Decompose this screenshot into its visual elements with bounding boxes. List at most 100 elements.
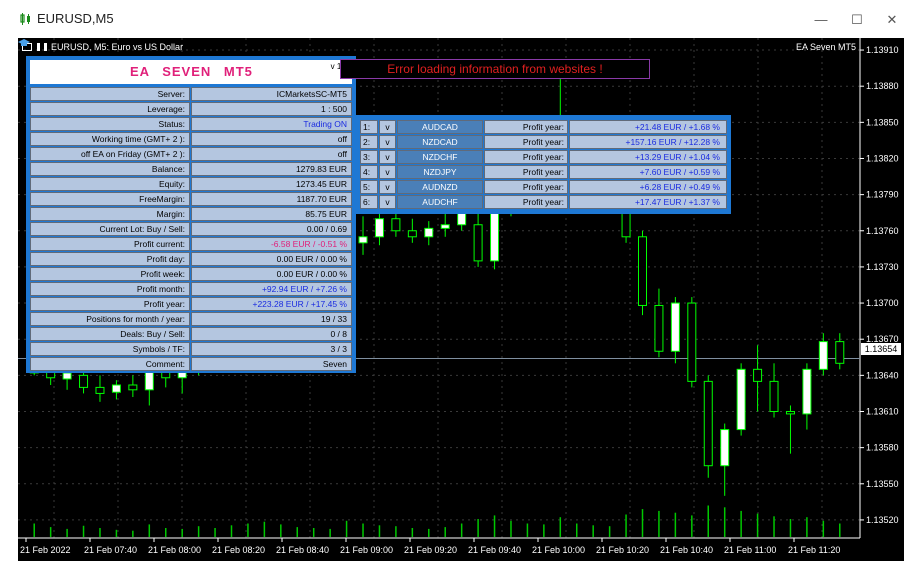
symbol-pair: AUDCHF — [397, 195, 483, 209]
panel-row-label: Symbols / TF: — [30, 342, 190, 356]
panel-row-value: 1 : 500 — [191, 102, 352, 116]
maximize-button[interactable]: ☐ — [842, 10, 872, 30]
close-button[interactable]: ✕ — [877, 10, 907, 30]
panel-row-label: Profit year: — [30, 297, 190, 311]
y-tick-label: 1.13610 — [866, 406, 899, 416]
x-tick-label: 21 Feb 09:00 — [340, 545, 393, 555]
panel-row: Profit day: 0.00 EUR / 0.00 % — [30, 252, 352, 267]
panel-row: Profit month: +92.94 EUR / +7.26 % — [30, 282, 352, 297]
candle-body — [95, 386, 105, 394]
candle-body — [703, 380, 713, 467]
symbol-index: 5: — [360, 180, 378, 194]
panel-title: EA SEVEN MT5 — [130, 64, 253, 79]
panel-row-value: +223.28 EUR / +17.45 % — [191, 297, 352, 311]
candle-body — [440, 224, 450, 229]
panel-row: Profit week: 0.00 EUR / 0.00 % — [30, 267, 352, 282]
panel-row: FreeMargin: 1187.70 EUR — [30, 192, 352, 207]
symbol-profit-value: +6.28 EUR / +0.49 % — [569, 180, 727, 194]
panel-row-label: Comment: — [30, 357, 190, 371]
x-tick-label: 21 Feb 08:20 — [212, 545, 265, 555]
candle-body — [802, 368, 812, 415]
y-tick-label: 1.13640 — [866, 370, 899, 380]
candle-body — [654, 304, 664, 352]
symbol-pair: NZDJPY — [397, 165, 483, 179]
symbol-index: 6: — [360, 195, 378, 209]
symbol-profit-label: Profit year: — [484, 135, 568, 149]
panel-row-label: Balance: — [30, 162, 190, 176]
panel-row: Status: Trading ON — [30, 117, 352, 132]
price-chart[interactable]: 1.13910 1.13880 1.13850 1.13820 1.13790 1.137… — [18, 38, 904, 561]
candle-body — [720, 429, 730, 467]
panel-row-value: Seven — [191, 357, 352, 371]
symbol-profit-label: Profit year: — [484, 120, 568, 134]
panel-row-value: 1279.83 EUR — [191, 162, 352, 176]
x-tick-label: 21 Feb 10:40 — [660, 545, 713, 555]
symbol-pair: AUDCAD — [397, 120, 483, 134]
candle-body — [62, 372, 72, 380]
panel-row-value: +92.94 EUR / +7.26 % — [191, 282, 352, 296]
y-tick-label: 1.13850 — [866, 117, 899, 127]
symbol-profit-label: Profit year: — [484, 195, 568, 209]
candle-body — [111, 384, 121, 393]
panel-row-label: Current Lot: Buy / Sell: — [30, 222, 190, 236]
symbol-row: 2: v NZDCAD Profit year: +157.16 EUR / +12.2… — [360, 135, 727, 149]
candle-body — [769, 380, 779, 412]
symbol-profit-value: +7.60 EUR / +0.59 % — [569, 165, 727, 179]
y-tick-label: 1.13550 — [866, 479, 899, 489]
panel-row-value: 3 / 3 — [191, 342, 352, 356]
y-tick-label: 1.13790 — [866, 190, 899, 200]
symbol-index: 2: — [360, 135, 378, 149]
candle-body — [818, 341, 828, 370]
symbol-profit-label: Profit year: — [484, 150, 568, 164]
bars-icon[interactable] — [36, 43, 47, 51]
panel-row-value: 0 / 8 — [191, 327, 352, 341]
panel-row-value: 19 / 33 — [191, 312, 352, 326]
minimize-button[interactable]: — — [806, 10, 836, 30]
panel-row: Equity: 1273.45 EUR — [30, 177, 352, 192]
ea-info-panel: EA SEVEN MT5 v 1.6 Server:ICMarketsSC-MT… — [26, 56, 356, 373]
symbols-table: 1: v AUDCAD Profit year: +21.48 EUR / +1.68 … — [355, 115, 731, 214]
panel-header: EA SEVEN MT5 v 1.6 — [30, 60, 352, 84]
panel-row-value: off — [191, 147, 352, 161]
panel-row-label: Server: — [30, 87, 190, 101]
title-bar[interactable]: EURUSD,M5 — ☐ ✕ — [0, 0, 913, 38]
x-tick-label: 21 Feb 2022 — [20, 545, 71, 555]
x-tick-label: 21 Feb 09:20 — [404, 545, 457, 555]
symbol-profit-value: +13.29 EUR / +1.04 % — [569, 150, 727, 164]
panel-row-label: Equity: — [30, 177, 190, 191]
panel-row-label: Leverage: — [30, 102, 190, 116]
panel-row-value: 0.00 EUR / 0.00 % — [191, 267, 352, 281]
panel-row-value: Trading ON — [191, 117, 352, 131]
candle-body — [407, 230, 417, 238]
symbol-flag: v — [379, 150, 396, 164]
symbol-profit-value: +157.16 EUR / +12.28 % — [569, 135, 727, 149]
x-tick-label: 21 Feb 11:20 — [788, 545, 840, 555]
x-tick-label: 21 Feb 07:40 — [84, 545, 137, 555]
panel-row-label: Profit current: — [30, 237, 190, 251]
panel-row-label: Status: — [30, 117, 190, 131]
graduation-cap-icon[interactable] — [18, 38, 30, 48]
error-message: Error loading information from websites … — [340, 59, 650, 79]
panel-row-value: off — [191, 132, 352, 146]
current-price-tag: 1.13654 — [861, 343, 901, 355]
panel-row-value: 0.00 EUR / 0.00 % — [191, 252, 352, 266]
x-tick-label: 21 Feb 11:00 — [724, 545, 776, 555]
candle-body — [391, 218, 401, 232]
symbol-row: 6: v AUDCHF Profit year: +17.47 EUR / +1.37 … — [360, 195, 727, 209]
y-tick-label: 1.13910 — [866, 45, 899, 55]
panel-row: Positions for month / year: 19 / 33 — [30, 312, 352, 327]
x-tick-label: 21 Feb 10:00 — [532, 545, 585, 555]
symbol-row: 5: v AUDNZD Profit year: +6.28 EUR / +0.49 % — [360, 180, 727, 194]
candle-body — [374, 218, 384, 238]
y-tick-label: 1.13700 — [866, 298, 899, 308]
ea-name-label: EA Seven MT5 — [795, 42, 856, 52]
panel-row-label: Profit week: — [30, 267, 190, 281]
candle-body — [687, 302, 697, 382]
panel-row: Symbols / TF: 3 / 3 — [30, 342, 352, 357]
panel-row-label: Margin: — [30, 207, 190, 221]
candle-body — [835, 341, 845, 364]
panel-row: Profit year: +223.28 EUR / +17.45 % — [30, 297, 352, 312]
chart-symbol-label: EURUSD, M5: Euro vs US Dollar — [22, 42, 183, 52]
symbol-description: EURUSD, M5: Euro vs US Dollar — [51, 42, 184, 52]
panel-row: Margin: 85.75 EUR — [30, 207, 352, 222]
